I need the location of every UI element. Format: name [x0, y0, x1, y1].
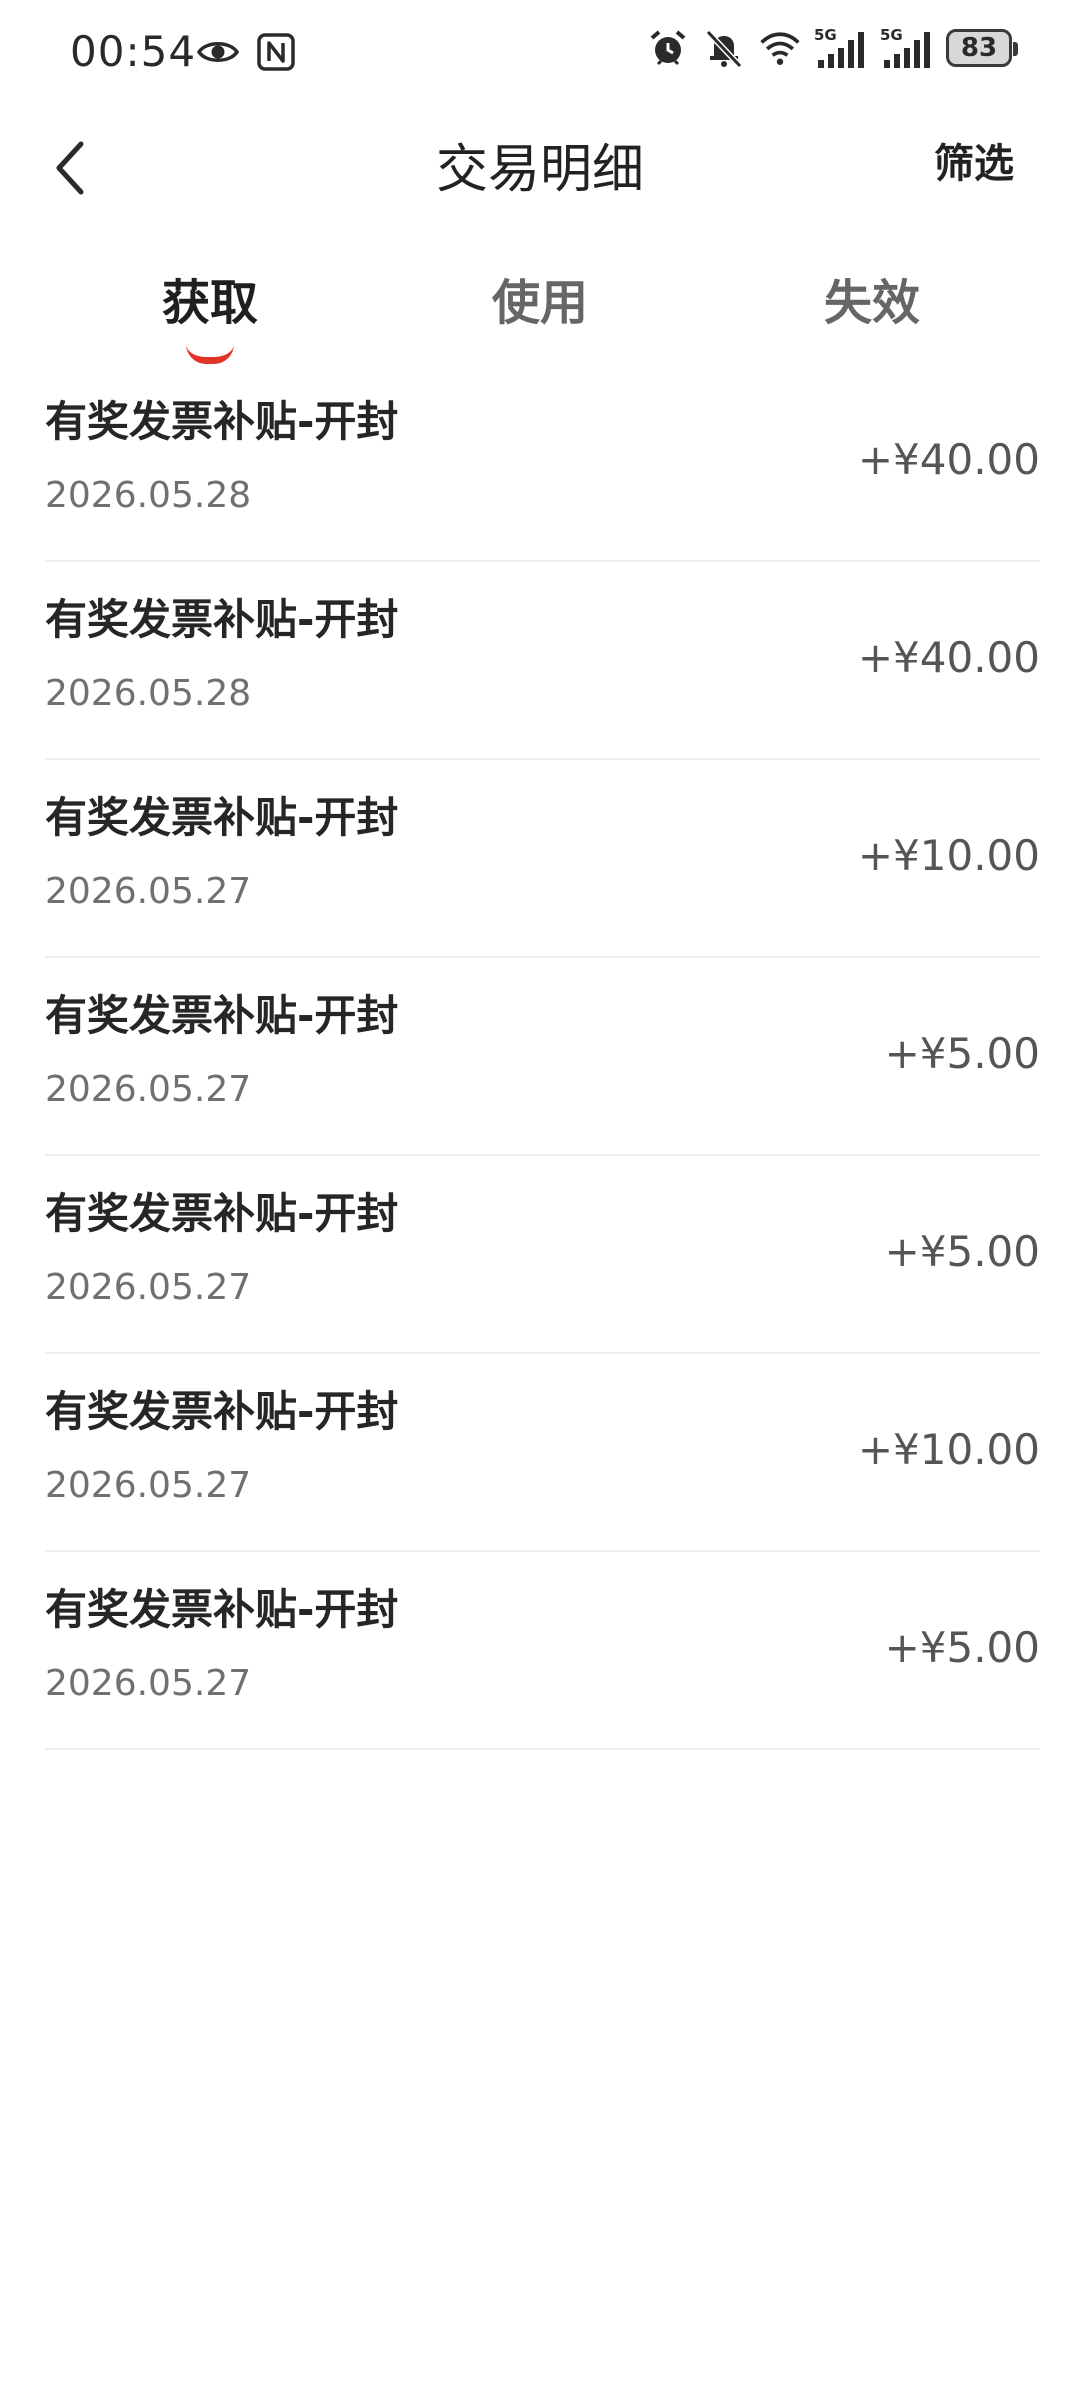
- transaction-title: 有奖发票补贴-开封: [45, 1585, 399, 1634]
- bell-muted-icon: [705, 29, 743, 69]
- signal-icon: 5G: [814, 26, 864, 68]
- transaction-title: 有奖发票补贴-开封: [45, 397, 399, 446]
- tab-use[interactable]: 使用: [420, 258, 660, 348]
- transaction-date: 2026.05.27: [45, 1267, 252, 1308]
- transaction-amount: +¥5.00: [884, 1227, 1040, 1276]
- network-type-label: 5G: [814, 26, 837, 44]
- transaction-date: 2026.05.27: [45, 1663, 252, 1704]
- transaction-title: 有奖发票补贴-开封: [45, 1189, 399, 1238]
- page-title: 交易明细: [435, 140, 644, 200]
- transaction-date: 2026.05.28: [45, 475, 252, 516]
- status-right-icons: 5G 5G 83: [646, 26, 1018, 70]
- transaction-amount: +¥40.00: [857, 633, 1040, 682]
- wifi-icon: [760, 32, 800, 65]
- tab-expired[interactable]: 失效: [752, 258, 992, 348]
- transaction-title: 有奖发票补贴-开封: [45, 1387, 399, 1436]
- eye-icon: [196, 42, 240, 62]
- transaction-title: 有奖发票补贴-开封: [45, 793, 399, 842]
- transaction-row[interactable]: 有奖发票补贴-开封 2026.05.27 +¥10.00: [45, 760, 1040, 958]
- tab-obtain[interactable]: 获取: [90, 258, 330, 348]
- transaction-row[interactable]: 有奖发票补贴-开封 2026.05.27 +¥5.00: [45, 1552, 1040, 1750]
- transaction-amount: +¥10.00: [857, 831, 1040, 880]
- transaction-row[interactable]: 有奖发票补贴-开封 2026.05.27 +¥5.00: [45, 958, 1040, 1156]
- transaction-row[interactable]: 有奖发票补贴-开封 2026.05.27 +¥5.00: [45, 1156, 1040, 1354]
- transaction-amount: +¥5.00: [884, 1623, 1040, 1672]
- transaction-amount: +¥5.00: [884, 1029, 1040, 1078]
- filter-button[interactable]: 筛选: [934, 132, 1014, 196]
- transaction-title: 有奖发票补贴-开封: [45, 991, 399, 1040]
- status-time: 00:54: [70, 27, 197, 76]
- transaction-amount: +¥40.00: [857, 435, 1040, 484]
- battery-icon: 83: [946, 29, 1018, 67]
- transaction-list: 有奖发票补贴-开封 2026.05.28 +¥40.00 有奖发票补贴-开封 2…: [45, 364, 1040, 1750]
- transaction-date: 2026.05.28: [45, 673, 252, 714]
- transaction-date: 2026.05.27: [45, 871, 252, 912]
- status-left-icons: [196, 30, 298, 74]
- alarm-icon: [650, 30, 686, 66]
- signal-icon: 5G: [880, 26, 930, 68]
- status-bar: 00:54 5G 5G 83: [0, 0, 1080, 104]
- header: 交易明细 筛选: [0, 104, 1080, 228]
- active-tab-indicator: [186, 344, 234, 364]
- transaction-date: 2026.05.27: [45, 1465, 252, 1506]
- network-type-label: 5G: [880, 26, 903, 44]
- transaction-row[interactable]: 有奖发票补贴-开封 2026.05.28 +¥40.00: [45, 364, 1040, 562]
- nfc-icon: [257, 33, 295, 71]
- tab-bar: 获取 使用 失效: [0, 258, 1080, 368]
- transaction-title: 有奖发票补贴-开封: [45, 595, 399, 644]
- transaction-date: 2026.05.27: [45, 1069, 252, 1110]
- transaction-row[interactable]: 有奖发票补贴-开封 2026.05.27 +¥10.00: [45, 1354, 1040, 1552]
- battery-level: 83: [960, 33, 998, 63]
- transaction-amount: +¥10.00: [857, 1425, 1040, 1474]
- transaction-row[interactable]: 有奖发票补贴-开封 2026.05.28 +¥40.00: [45, 562, 1040, 760]
